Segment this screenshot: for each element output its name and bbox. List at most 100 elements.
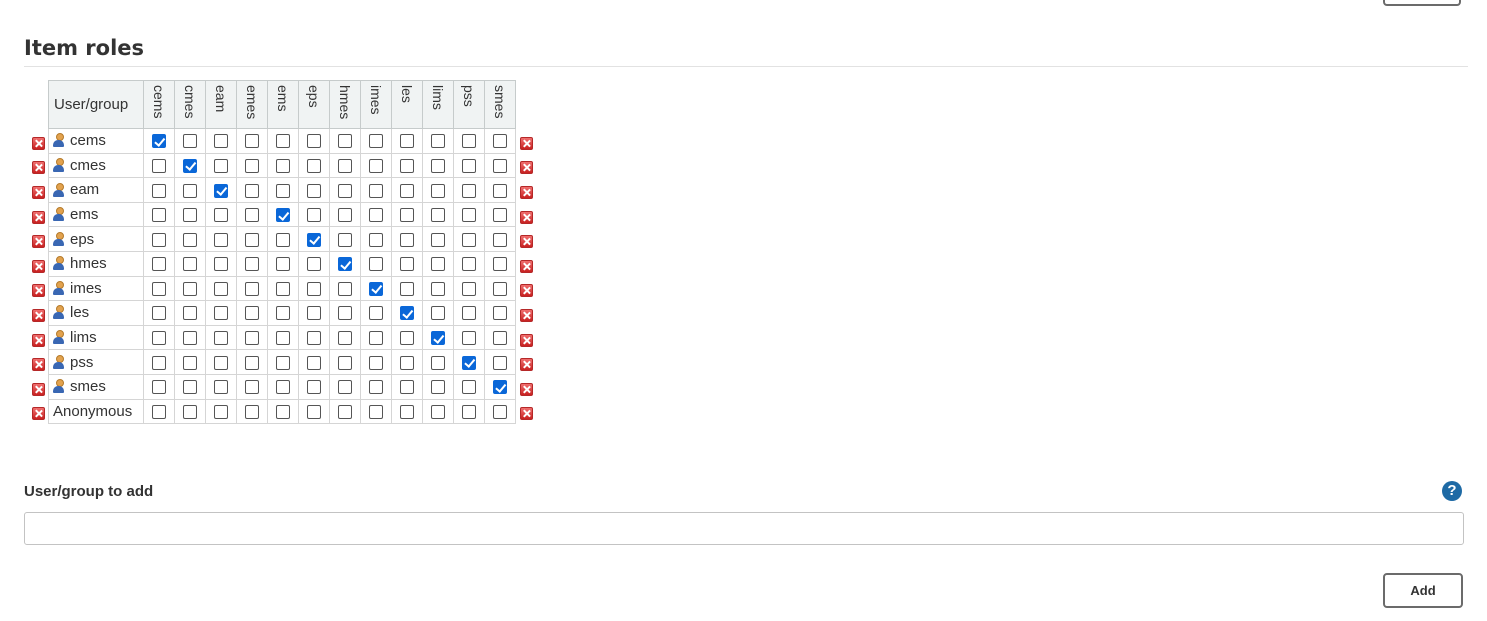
permission-checkbox-cems[interactable] xyxy=(152,404,166,419)
delete-row-icon[interactable] xyxy=(519,333,533,347)
permission-checkbox-lims[interactable] xyxy=(431,306,445,321)
permission-checkbox-eam[interactable] xyxy=(214,404,228,419)
permission-checkbox-lims[interactable] xyxy=(431,380,445,395)
delete-row-icon[interactable] xyxy=(519,358,533,372)
permission-checkbox-ems[interactable] xyxy=(276,331,290,346)
permission-checkbox-eam[interactable] xyxy=(214,134,228,149)
permission-checkbox-hmes[interactable] xyxy=(338,306,352,321)
permission-checkbox-les[interactable] xyxy=(400,134,414,149)
permission-checkbox-cmes[interactable] xyxy=(183,281,197,296)
delete-row-icon[interactable] xyxy=(519,308,533,322)
permission-checkbox-ems[interactable] xyxy=(276,232,290,247)
permission-checkbox-pss[interactable] xyxy=(462,380,476,395)
permission-checkbox-cems[interactable] xyxy=(152,183,166,198)
permission-checkbox-cmes[interactable] xyxy=(183,306,197,321)
permission-checkbox-eps[interactable] xyxy=(307,208,321,223)
permission-checkbox-smes[interactable] xyxy=(493,306,507,321)
permission-checkbox-ems[interactable] xyxy=(276,380,290,395)
permission-checkbox-smes[interactable] xyxy=(493,134,507,149)
permission-checkbox-eam[interactable] xyxy=(214,306,228,321)
permission-checkbox-imes[interactable] xyxy=(369,281,383,296)
user-group-input[interactable] xyxy=(24,512,1464,545)
permission-checkbox-emes[interactable] xyxy=(245,257,259,272)
permission-checkbox-emes[interactable] xyxy=(245,158,259,173)
delete-row-icon[interactable] xyxy=(31,407,45,421)
permission-checkbox-ems[interactable] xyxy=(276,281,290,296)
permission-checkbox-les[interactable] xyxy=(400,158,414,173)
permission-checkbox-hmes[interactable] xyxy=(338,380,352,395)
permission-checkbox-cems[interactable] xyxy=(152,257,166,272)
permission-checkbox-cmes[interactable] xyxy=(183,183,197,198)
permission-checkbox-pss[interactable] xyxy=(462,281,476,296)
permission-checkbox-pss[interactable] xyxy=(462,208,476,223)
permission-checkbox-cems[interactable] xyxy=(152,281,166,296)
permission-checkbox-ems[interactable] xyxy=(276,257,290,272)
permission-checkbox-cmes[interactable] xyxy=(183,158,197,173)
permission-checkbox-emes[interactable] xyxy=(245,281,259,296)
permission-checkbox-imes[interactable] xyxy=(369,158,383,173)
permission-checkbox-ems[interactable] xyxy=(276,158,290,173)
delete-row-icon[interactable] xyxy=(519,382,533,396)
permission-checkbox-les[interactable] xyxy=(400,183,414,198)
permission-checkbox-eam[interactable] xyxy=(214,331,228,346)
permission-checkbox-hmes[interactable] xyxy=(338,281,352,296)
permission-checkbox-lims[interactable] xyxy=(431,183,445,198)
permission-checkbox-hmes[interactable] xyxy=(338,404,352,419)
permission-checkbox-ems[interactable] xyxy=(276,134,290,149)
permission-checkbox-imes[interactable] xyxy=(369,183,383,198)
permission-checkbox-les[interactable] xyxy=(400,380,414,395)
permission-checkbox-cems[interactable] xyxy=(152,232,166,247)
permission-checkbox-les[interactable] xyxy=(400,355,414,370)
delete-row-icon[interactable] xyxy=(31,136,45,150)
permission-checkbox-emes[interactable] xyxy=(245,232,259,247)
delete-row-icon[interactable] xyxy=(31,333,45,347)
permission-checkbox-imes[interactable] xyxy=(369,355,383,370)
permission-checkbox-cems[interactable] xyxy=(152,306,166,321)
delete-row-icon[interactable] xyxy=(519,284,533,298)
permission-checkbox-eps[interactable] xyxy=(307,158,321,173)
permission-checkbox-eps[interactable] xyxy=(307,183,321,198)
permission-checkbox-emes[interactable] xyxy=(245,404,259,419)
permission-checkbox-hmes[interactable] xyxy=(338,183,352,198)
permission-checkbox-emes[interactable] xyxy=(245,183,259,198)
permission-checkbox-les[interactable] xyxy=(400,331,414,346)
delete-row-icon[interactable] xyxy=(31,284,45,298)
permission-checkbox-lims[interactable] xyxy=(431,232,445,247)
permission-checkbox-pss[interactable] xyxy=(462,183,476,198)
permission-checkbox-pss[interactable] xyxy=(462,331,476,346)
permission-checkbox-eps[interactable] xyxy=(307,134,321,149)
delete-row-icon[interactable] xyxy=(31,186,45,200)
permission-checkbox-lims[interactable] xyxy=(431,134,445,149)
permission-checkbox-pss[interactable] xyxy=(462,257,476,272)
permission-checkbox-hmes[interactable] xyxy=(338,331,352,346)
permission-checkbox-lims[interactable] xyxy=(431,331,445,346)
add-button[interactable]: Add xyxy=(1383,573,1463,608)
permission-checkbox-les[interactable] xyxy=(400,257,414,272)
delete-row-icon[interactable] xyxy=(31,235,45,249)
permission-checkbox-hmes[interactable] xyxy=(338,355,352,370)
permission-checkbox-les[interactable] xyxy=(400,208,414,223)
delete-row-icon[interactable] xyxy=(519,259,533,273)
permission-checkbox-eps[interactable] xyxy=(307,281,321,296)
permission-checkbox-cmes[interactable] xyxy=(183,134,197,149)
permission-checkbox-cems[interactable] xyxy=(152,331,166,346)
permission-checkbox-imes[interactable] xyxy=(369,208,383,223)
permission-checkbox-hmes[interactable] xyxy=(338,134,352,149)
permission-checkbox-smes[interactable] xyxy=(493,232,507,247)
permission-checkbox-emes[interactable] xyxy=(245,134,259,149)
permission-checkbox-imes[interactable] xyxy=(369,380,383,395)
permission-checkbox-lims[interactable] xyxy=(431,404,445,419)
permission-checkbox-lims[interactable] xyxy=(431,208,445,223)
help-icon[interactable]: ? xyxy=(1442,481,1462,501)
permission-checkbox-smes[interactable] xyxy=(493,331,507,346)
delete-row-icon[interactable] xyxy=(31,259,45,273)
delete-row-icon[interactable] xyxy=(31,161,45,175)
permission-checkbox-imes[interactable] xyxy=(369,232,383,247)
permission-checkbox-lims[interactable] xyxy=(431,257,445,272)
permission-checkbox-eam[interactable] xyxy=(214,257,228,272)
permission-checkbox-eps[interactable] xyxy=(307,306,321,321)
permission-checkbox-hmes[interactable] xyxy=(338,232,352,247)
delete-row-icon[interactable] xyxy=(31,382,45,396)
permission-checkbox-smes[interactable] xyxy=(493,355,507,370)
delete-row-icon[interactable] xyxy=(31,358,45,372)
